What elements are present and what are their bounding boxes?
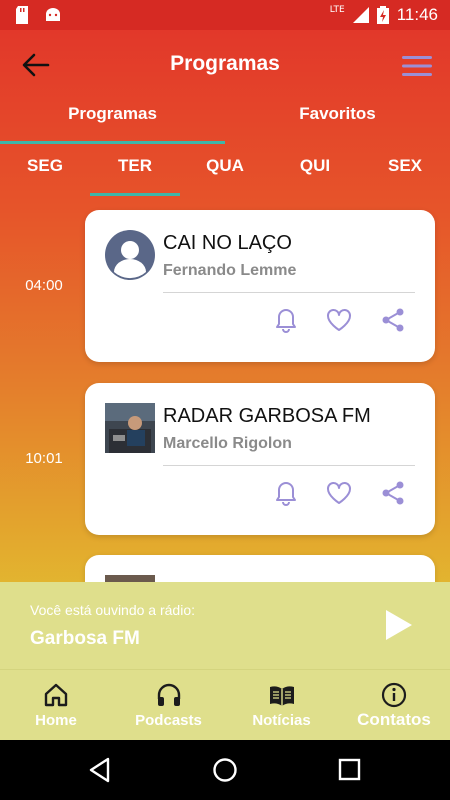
home-icon <box>44 683 68 707</box>
station-name: Garbosa FM <box>30 628 140 649</box>
nav-podcasts[interactable]: Podcasts <box>112 670 225 740</box>
nav-contatos-label: Contatos <box>357 710 431 729</box>
page-title: Programas <box>170 52 280 75</box>
tab-favoritos[interactable]: Favoritos <box>225 102 450 144</box>
program-card[interactable]: RADAR GARBOSA FM Marcello Rigolon <box>85 383 435 535</box>
day-qui[interactable]: QUI <box>270 156 360 176</box>
day-sex[interactable]: SEX <box>360 156 450 176</box>
book-icon <box>269 686 294 706</box>
clock: 11:46 <box>396 5 438 24</box>
nav-noticias-label: Notícias <box>252 712 311 729</box>
day-selector: SEG TER QUA QUI SEX <box>0 150 450 198</box>
nav-podcasts-label: Podcasts <box>135 712 202 729</box>
signal-icon <box>352 7 369 23</box>
program-name: RADAR GARBOSA FM <box>163 405 371 427</box>
tab-indicator <box>0 141 225 144</box>
tab-bar: Programas Favoritos <box>0 102 450 144</box>
share-icon[interactable] <box>379 306 407 334</box>
network-type-label: LTE <box>329 5 345 15</box>
hamburger-menu-icon[interactable] <box>402 54 432 78</box>
day-ter[interactable]: TER <box>90 156 180 176</box>
bell-icon[interactable] <box>272 306 300 334</box>
battery-charging-icon <box>376 6 389 24</box>
bottom-nav: Home Podcasts Notícias Contatos <box>0 669 450 740</box>
program-time: 04:00 <box>25 277 63 294</box>
info-icon <box>381 682 407 708</box>
sd-card-icon <box>16 6 28 24</box>
divider <box>163 292 415 293</box>
android-icon <box>46 8 60 21</box>
status-bar: LTE 11:46 <box>0 0 450 30</box>
recents-square-icon[interactable] <box>336 756 364 784</box>
nav-noticias[interactable]: Notícias <box>225 670 338 740</box>
home-circle-icon[interactable] <box>211 756 239 784</box>
tab-programas[interactable]: Programas <box>0 102 225 144</box>
nav-contatos[interactable]: Contatos <box>338 670 450 740</box>
day-seg[interactable]: SEG <box>0 156 90 176</box>
program-time: 10:01 <box>25 450 63 467</box>
program-name: CAI NO LAÇO <box>163 232 292 254</box>
program-card[interactable]: CAI NO LAÇO Fernando Lemme <box>85 210 435 362</box>
headphones-icon <box>157 683 180 706</box>
system-nav-bar <box>0 740 450 800</box>
host-avatar-icon <box>105 230 155 280</box>
programs-screen: Programas Programas Favoritos SEG TER QU… <box>0 30 450 740</box>
day-indicator <box>90 193 180 196</box>
program-host: Marcello Rigolon <box>163 435 292 452</box>
program-host: Fernando Lemme <box>163 262 297 279</box>
share-icon[interactable] <box>379 479 407 507</box>
bell-icon[interactable] <box>272 479 300 507</box>
day-qua[interactable]: QUA <box>180 156 270 176</box>
nav-home-label: Home <box>35 712 77 729</box>
program-photo <box>105 403 155 453</box>
divider <box>163 465 415 466</box>
heart-icon[interactable] <box>325 479 353 507</box>
app-bar: Programas <box>0 30 450 102</box>
now-playing-bar: Você está ouvindo a rádio: Garbosa FM <box>0 582 450 669</box>
play-icon[interactable] <box>384 608 414 642</box>
back-triangle-icon[interactable] <box>86 756 114 784</box>
nav-home[interactable]: Home <box>0 670 112 740</box>
heart-icon[interactable] <box>325 306 353 334</box>
now-playing-label: Você está ouvindo a rádio: <box>30 602 196 618</box>
